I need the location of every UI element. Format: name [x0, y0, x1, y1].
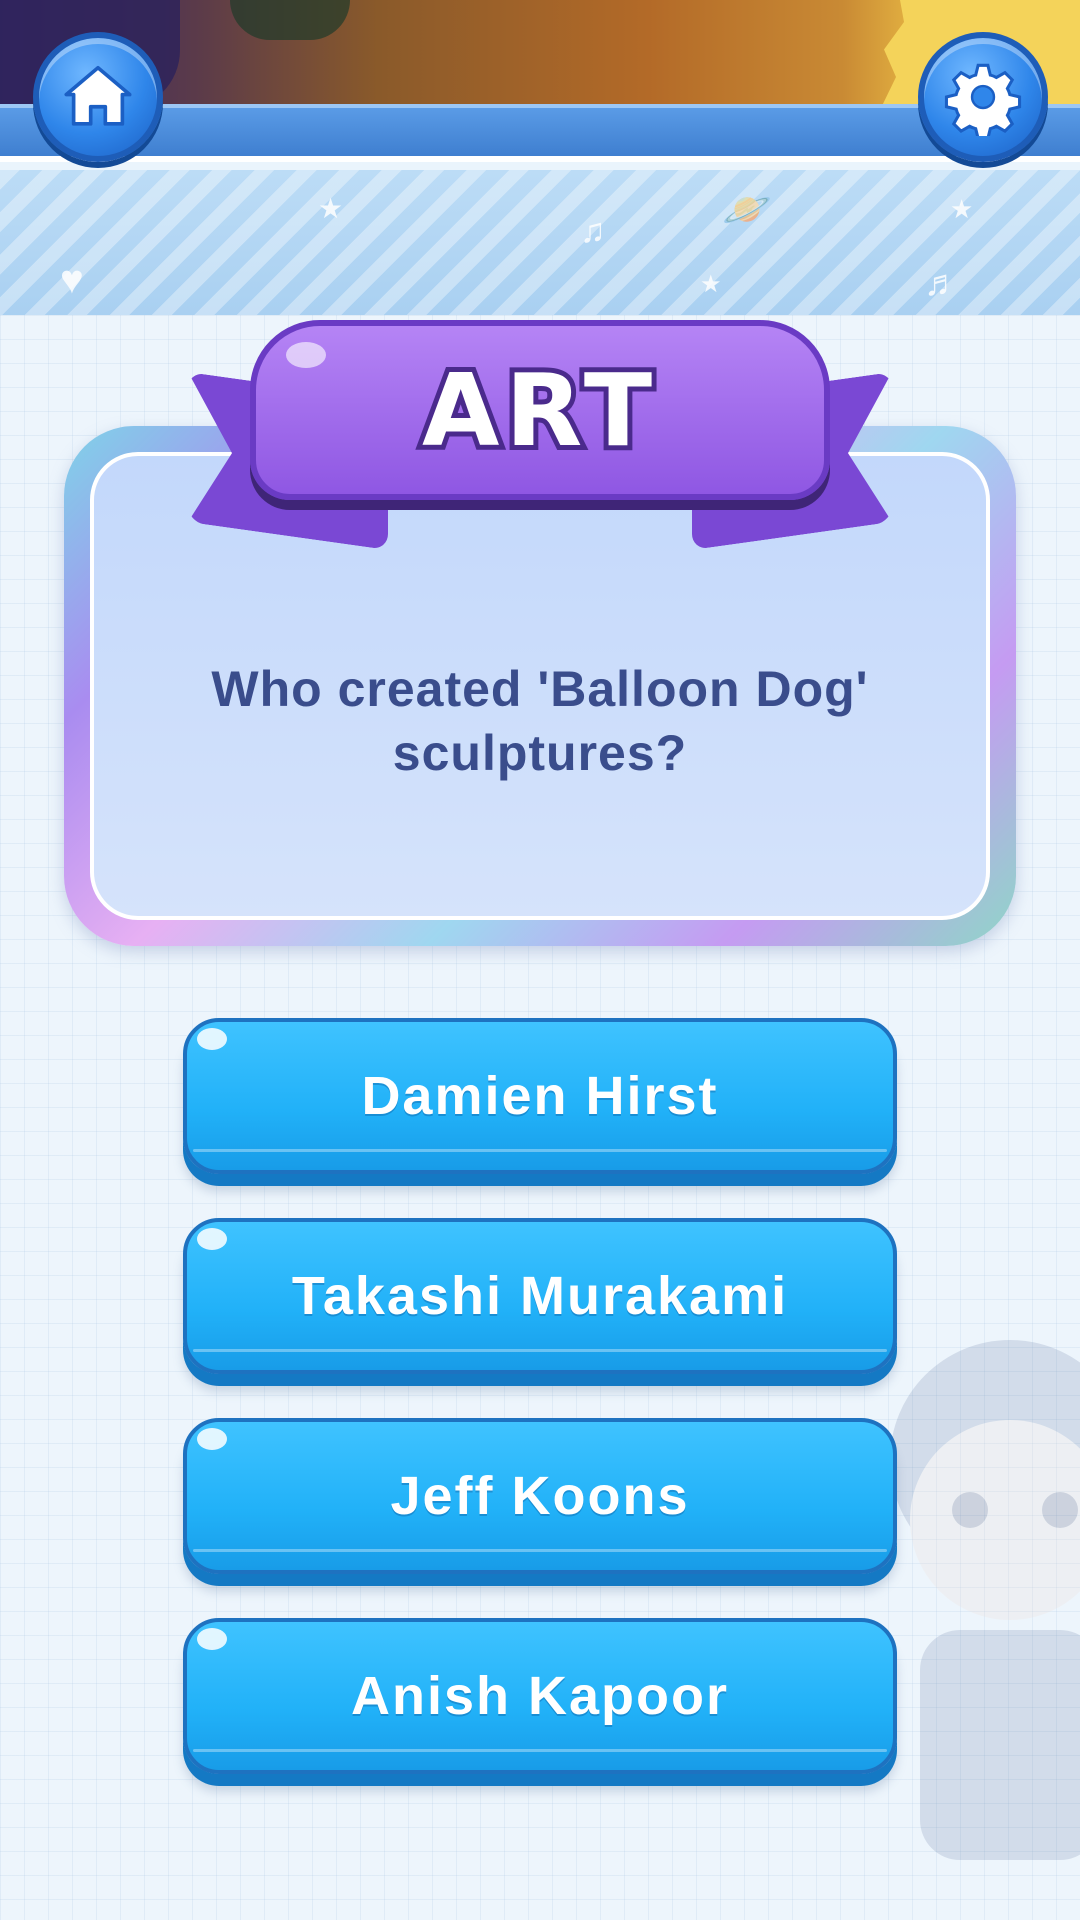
home-icon	[64, 65, 132, 126]
music-note-icon: ♬	[924, 262, 960, 303]
decorative-pattern-band: ★ ♫ 🪐 ★ ♥ ★ ♬	[0, 170, 1080, 315]
category-label: ART	[417, 347, 659, 474]
question-text: Who created 'Balloon Dog' sculptures?	[211, 661, 869, 781]
answer-button-4[interactable]: Anish Kapoor	[183, 1618, 897, 1774]
planet-icon: 🪐	[722, 188, 772, 232]
settings-button[interactable]	[918, 32, 1048, 162]
answer-button-2[interactable]: Takashi Murakami	[183, 1218, 897, 1374]
answer-label: Takashi Murakami	[291, 1266, 789, 1326]
answer-button-1[interactable]: Damien Hirst	[183, 1018, 897, 1174]
quiz-screen: ★ ♫ 🪐 ★ ♥ ★ ♬ Who created 'Balloon Dog' …	[0, 0, 1080, 1920]
character-illustration	[890, 1340, 1080, 1860]
star-icon: ★	[700, 271, 722, 298]
star-icon: ★	[950, 194, 974, 224]
category-ribbon: ART	[180, 316, 900, 546]
music-note-icon: ♫	[580, 212, 606, 250]
heart-icon: ♥	[60, 258, 84, 302]
top-bar	[0, 104, 1080, 162]
answer-button-3[interactable]: Jeff Koons	[183, 1418, 897, 1574]
answer-label: Jeff Koons	[390, 1466, 690, 1526]
gear-icon	[944, 63, 1022, 136]
star-icon: ★	[318, 193, 344, 224]
answer-label: Anish Kapoor	[350, 1666, 729, 1726]
answer-label: Damien Hirst	[361, 1066, 719, 1126]
home-button[interactable]	[33, 32, 163, 162]
